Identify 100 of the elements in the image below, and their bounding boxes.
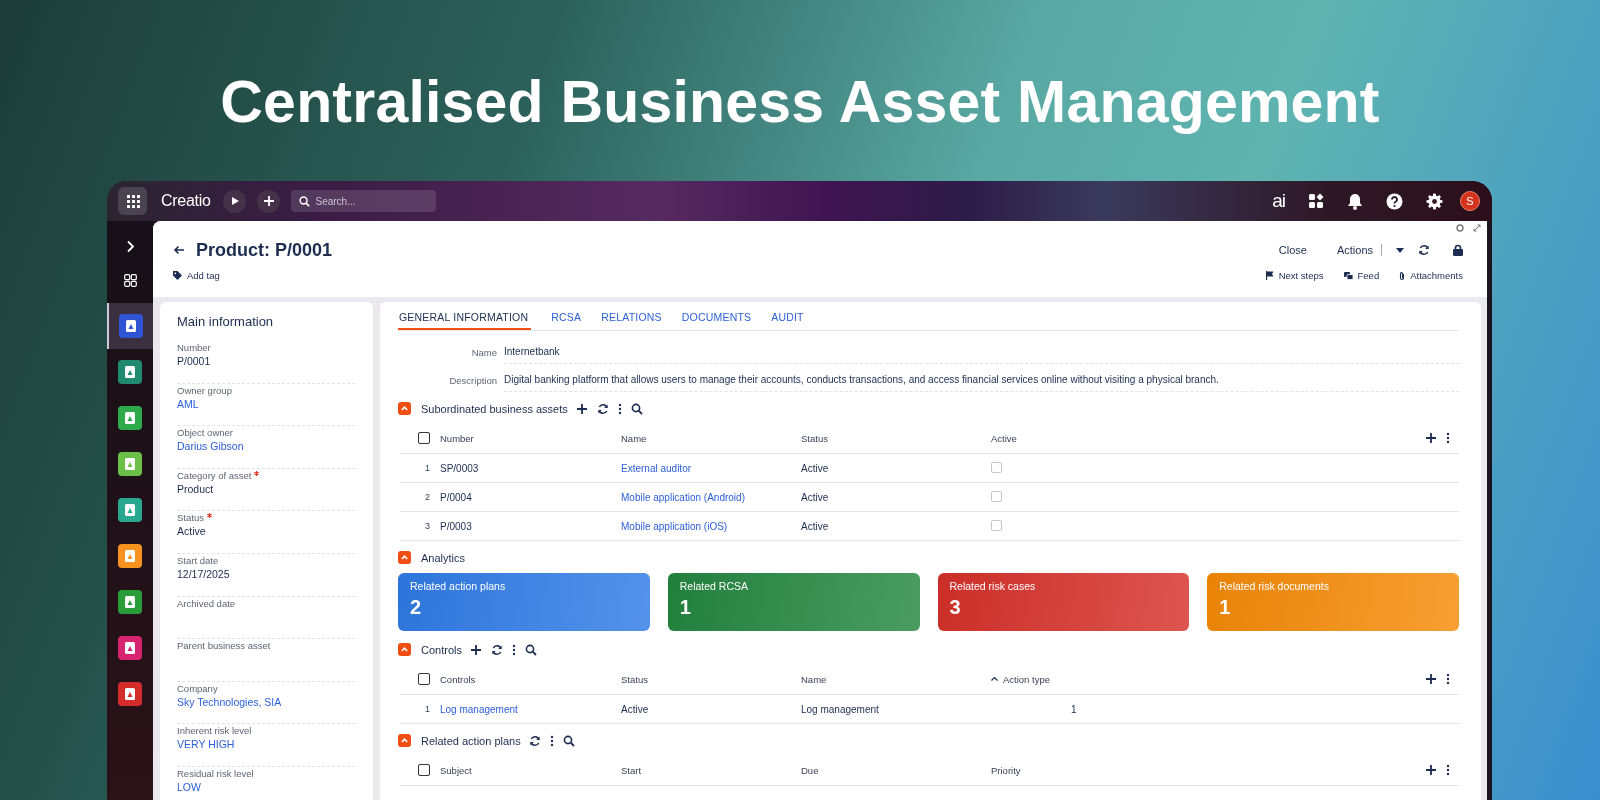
close-button[interactable]: Close xyxy=(1278,244,1307,256)
section-title: Controls xyxy=(421,643,462,656)
column-header[interactable]: Due xyxy=(801,764,819,776)
add-icon[interactable] xyxy=(575,402,588,415)
more-icon[interactable] xyxy=(1446,432,1450,444)
field-link[interactable]: LOW xyxy=(177,779,355,795)
select-all-checkbox[interactable] xyxy=(418,673,430,685)
table-row[interactable]: 3 P/0003 Mobile application (iOS) Active xyxy=(400,512,1459,541)
header-link[interactable]: Next steps xyxy=(1265,270,1324,281)
column-header[interactable]: Name xyxy=(801,673,827,685)
column-header[interactable]: Status xyxy=(801,432,828,444)
grid-icon xyxy=(125,194,140,208)
more-icon[interactable] xyxy=(511,643,516,656)
more-icon[interactable] xyxy=(617,402,622,415)
ai-button[interactable]: ai xyxy=(1272,190,1285,212)
metric-card[interactable]: Related RCSA 1 xyxy=(667,573,920,631)
column-header[interactable]: Active xyxy=(991,432,1017,444)
active-checkbox[interactable] xyxy=(991,461,1002,473)
add-button[interactable] xyxy=(257,189,281,213)
apps-grid-icon[interactable] xyxy=(123,274,137,287)
add-icon[interactable] xyxy=(469,643,482,656)
active-checkbox[interactable] xyxy=(991,519,1002,531)
cell-link[interactable]: Log management xyxy=(440,703,518,715)
caret-icon[interactable] xyxy=(1396,247,1404,253)
column-header[interactable]: Status xyxy=(621,673,648,685)
field-label: Company xyxy=(177,681,218,695)
add-icon[interactable] xyxy=(1425,764,1437,776)
column-header[interactable]: Number xyxy=(440,432,474,444)
collapse-toggle-icon[interactable] xyxy=(398,734,411,747)
actions-button[interactable]: Actions xyxy=(1336,244,1382,256)
select-all-checkbox[interactable] xyxy=(418,764,430,776)
run-button[interactable] xyxy=(223,189,247,213)
play-icon xyxy=(230,196,240,206)
collapse-toggle-icon[interactable] xyxy=(398,643,411,656)
metric-label: Related risk cases xyxy=(949,580,1037,592)
add-icon[interactable] xyxy=(1425,432,1437,444)
bell-icon[interactable] xyxy=(1347,192,1363,210)
cell-link[interactable]: Mobile application (Android) xyxy=(621,491,745,503)
refresh-icon[interactable] xyxy=(1418,244,1430,256)
help-icon[interactable] xyxy=(1386,192,1403,210)
add-tag-button[interactable]: Add tag xyxy=(173,270,220,281)
cell-link[interactable]: External auditor xyxy=(621,462,692,474)
more-icon[interactable] xyxy=(549,734,554,747)
table-row[interactable]: 1 Log management Active Log management 1 xyxy=(400,695,1459,724)
field-link[interactable]: AML xyxy=(177,396,355,412)
tab[interactable]: AUDIT xyxy=(771,311,804,330)
table-cell: SP/0003 xyxy=(440,462,479,474)
expand-icon[interactable] xyxy=(1473,224,1481,232)
more-icon[interactable] xyxy=(1446,764,1450,776)
column-header[interactable]: Subject xyxy=(440,764,472,776)
back-arrow-icon[interactable] xyxy=(173,245,185,255)
header-link[interactable]: Attachments xyxy=(1399,270,1463,281)
table-row[interactable]: 1 SP/0003 External auditor Active xyxy=(400,454,1459,483)
user-avatar[interactable]: S xyxy=(1460,191,1480,211)
logo[interactable]: Creatio xyxy=(161,192,211,210)
apps-icon[interactable] xyxy=(1308,193,1324,209)
refresh-icon[interactable] xyxy=(490,643,503,656)
field-link[interactable]: Darius Gibson xyxy=(177,439,355,455)
search-icon[interactable] xyxy=(524,643,537,656)
refresh-icon[interactable] xyxy=(596,402,609,415)
module-item[interactable] xyxy=(107,303,153,349)
more-icon[interactable] xyxy=(1446,673,1450,685)
search-icon[interactable] xyxy=(562,734,575,747)
tab[interactable]: GENERAL INFORMATION xyxy=(398,311,532,330)
collapse-toggle-icon[interactable] xyxy=(398,551,411,564)
refresh-icon[interactable] xyxy=(528,734,541,747)
column-header[interactable]: Priority xyxy=(991,764,1021,776)
field-label: Archived date xyxy=(177,596,236,610)
metric-card[interactable]: Related action plans 2 xyxy=(398,573,650,631)
collapse-toggle-icon[interactable] xyxy=(398,402,411,415)
tab[interactable]: RCSA xyxy=(551,311,582,330)
field-value: Digital banking platform that allows users to manage their accounts, conducts transactions, and access financial services online without visiting a physical branch. xyxy=(504,368,1459,392)
column-header[interactable]: Controls xyxy=(440,673,476,685)
field-label: Owner group xyxy=(177,383,232,397)
headline: Centralised Business Asset Management xyxy=(220,73,1380,137)
lock-icon[interactable] xyxy=(1453,244,1463,256)
field-label: Parent business asset xyxy=(177,639,271,653)
column-header[interactable]: Name xyxy=(621,432,647,444)
expand-chevron-icon[interactable] xyxy=(125,240,135,253)
app-grid-button[interactable] xyxy=(118,187,147,215)
tab[interactable]: RELATIONS xyxy=(601,311,662,330)
field-link[interactable]: Sky Technologies, SIA xyxy=(177,694,355,710)
section-title: Analytics xyxy=(421,551,466,564)
column-header[interactable]: Action type xyxy=(1003,673,1050,685)
chat-icon xyxy=(1343,271,1353,280)
field-link[interactable]: VERY HIGH xyxy=(177,737,355,753)
header-link[interactable]: Feed xyxy=(1343,270,1380,281)
table-row[interactable]: 2 P/0004 Mobile application (Android) Active xyxy=(400,483,1459,512)
section-title: Related action plans xyxy=(421,734,521,747)
metric-label: Related RCSA xyxy=(679,580,750,592)
select-all-checkbox[interactable] xyxy=(418,432,430,444)
search-icon[interactable] xyxy=(630,402,643,415)
tab[interactable]: DOCUMENTS xyxy=(681,311,752,330)
field-value: P/0001 xyxy=(177,354,212,369)
add-icon[interactable] xyxy=(1425,673,1437,685)
field-label: Description xyxy=(448,374,497,386)
column-header[interactable]: Start xyxy=(621,764,642,776)
metric-card[interactable]: Related risk cases 3 xyxy=(937,573,1190,631)
active-checkbox[interactable] xyxy=(991,490,1002,502)
cell-link[interactable]: Mobile application (iOS) xyxy=(621,520,728,532)
